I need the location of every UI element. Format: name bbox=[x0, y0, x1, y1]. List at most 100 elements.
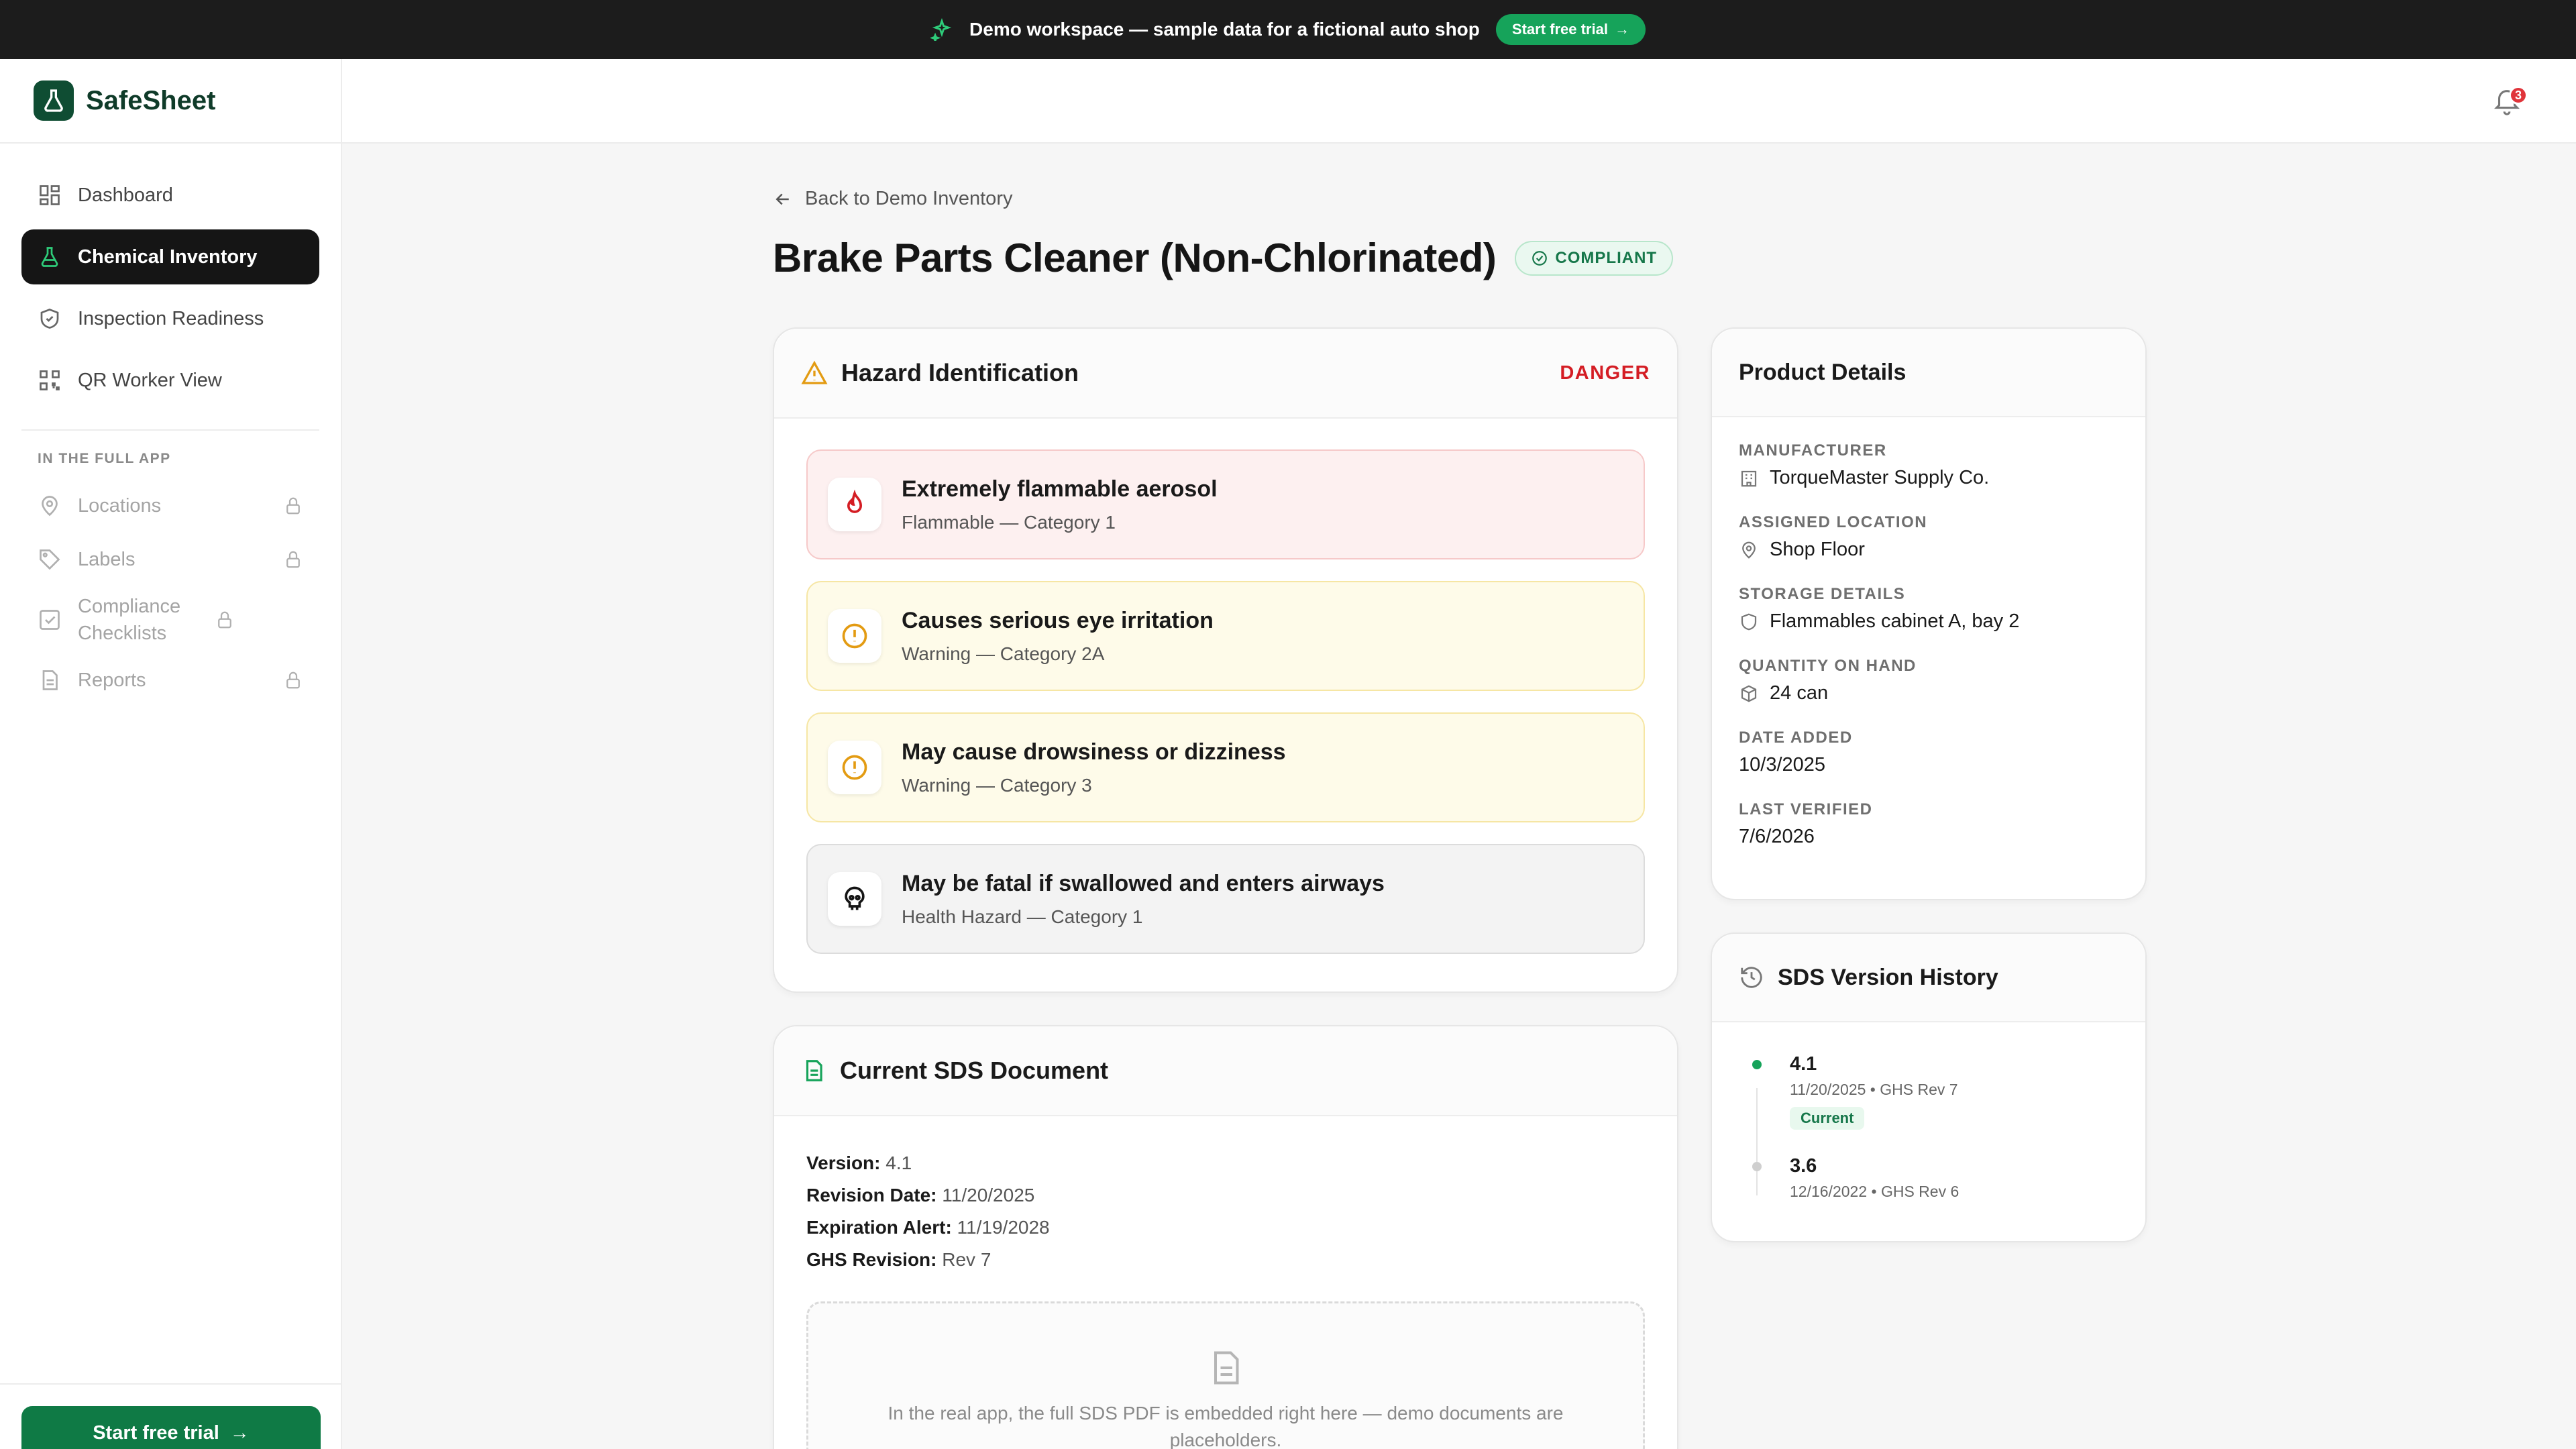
hazard-card-header: Hazard Identification DANGER bbox=[774, 329, 1677, 419]
hazard-item: Extremely flammable aerosol Flammable — … bbox=[806, 449, 1645, 559]
hazard-category: Flammable — Category 1 bbox=[902, 511, 1116, 533]
grid-icon bbox=[40, 185, 60, 205]
sidebar-item-label: Locations bbox=[78, 495, 162, 517]
version-meta: 12/16/2022 • GHS Rev 6 bbox=[1790, 1183, 1960, 1200]
timeline-dot bbox=[1752, 1162, 1762, 1171]
sidebar-nav: Dashboard Chemical Inventory Inspection … bbox=[0, 144, 341, 707]
sds-revision-date-row: Revision Date: 11/20/2025 bbox=[806, 1185, 1035, 1205]
version-number: 4.1 bbox=[1790, 1053, 1817, 1075]
brand-name: SafeSheet bbox=[86, 85, 216, 115]
sidebar-divider bbox=[21, 429, 319, 431]
sidebar-item-label: Inspection Readiness bbox=[78, 307, 264, 329]
file-icon bbox=[1214, 1351, 1239, 1385]
version-history-card: SDS Version History 4.1 11/20/2025 • GHS… bbox=[1711, 932, 2147, 1242]
sds-ghs-revision-row: GHS Revision: Rev 7 bbox=[806, 1249, 991, 1270]
sidebar: SafeSheet Dashboard Chemical Inventory I… bbox=[0, 59, 342, 1449]
hazard-category: Health Hazard — Category 1 bbox=[902, 906, 1143, 927]
sidebar-item-label: Chemical Inventory bbox=[78, 246, 258, 268]
warning-triangle-icon bbox=[801, 360, 828, 384]
start-trial-button[interactable]: Start free trial → bbox=[21, 1406, 321, 1449]
version-meta: 11/20/2025 • GHS Rev 7 bbox=[1790, 1081, 1958, 1098]
hazard-list: Extremely flammable aerosol Flammable — … bbox=[774, 419, 1677, 954]
sds-card-header: Current SDS Document bbox=[774, 1026, 1677, 1116]
location-label: ASSIGNED LOCATION bbox=[1739, 513, 1928, 531]
shield-icon bbox=[40, 309, 59, 329]
skull-icon bbox=[828, 872, 881, 926]
notification-badge: 3 bbox=[2509, 86, 2528, 105]
brand[interactable]: SafeSheet bbox=[0, 59, 341, 144]
sidebar-item-label: Compliance Checklists bbox=[78, 596, 181, 644]
sidebar-item-dashboard[interactable]: Dashboard bbox=[21, 168, 319, 223]
hazard-category: Warning — Category 2A bbox=[902, 643, 1105, 664]
document-icon bbox=[806, 1060, 822, 1081]
version-timeline: 4.1 11/20/2025 • GHS Rev 7 Current 3.6 1… bbox=[1712, 1022, 2145, 1201]
sidebar-item-compliance-checklists[interactable]: Compliance Checklists bbox=[21, 586, 319, 653]
sds-expiration-row: Expiration Alert: 11/19/2028 bbox=[806, 1217, 1050, 1238]
hazard-card: Hazard Identification DANGER Extremely f… bbox=[773, 327, 1678, 993]
page-header: Brake Parts Cleaner (Non-Chlorinated) CO… bbox=[773, 235, 1674, 281]
shield-icon bbox=[1741, 613, 1757, 630]
product-card-header: Product Details bbox=[1712, 329, 2145, 417]
date-added-label: DATE ADDED bbox=[1739, 729, 1853, 747]
qr-icon bbox=[40, 370, 60, 390]
quantity-label: QUANTITY ON HAND bbox=[1739, 657, 1917, 675]
sds-details: Version: 4.1 Revision Date: 11/20/2025 E… bbox=[774, 1116, 1677, 1449]
timeline-dot bbox=[1752, 1060, 1762, 1069]
lock-icon bbox=[286, 672, 300, 689]
sidebar-item-reports[interactable]: Reports bbox=[21, 653, 319, 707]
back-link[interactable]: Back to Demo Inventory bbox=[773, 188, 1012, 210]
history-icon bbox=[1741, 967, 1762, 988]
building-icon bbox=[1741, 470, 1757, 486]
manufacturer-value: TorqueMaster Supply Co. bbox=[1739, 467, 2118, 489]
arrow-right-icon: → bbox=[1614, 21, 1629, 38]
flask-logo-icon bbox=[34, 80, 74, 121]
lock-icon bbox=[286, 551, 300, 568]
sidebar-footer: Start free trial → bbox=[0, 1383, 341, 1449]
product-details-card: Product Details MANUFACTURER TorqueMaste… bbox=[1711, 327, 2147, 900]
arrow-right-icon: → bbox=[229, 1421, 250, 1444]
sidebar-item-qr-worker-view[interactable]: QR Worker View bbox=[21, 353, 319, 408]
last-verified-value: 7/6/2026 bbox=[1739, 826, 1815, 847]
hazard-title: Extremely flammable aerosol bbox=[902, 476, 1218, 502]
hazard-item: May be fatal if swallowed and enters air… bbox=[806, 844, 1645, 954]
last-verified-label: LAST VERIFIED bbox=[1739, 800, 1873, 818]
hazard-category: Warning — Category 3 bbox=[902, 774, 1092, 796]
product-fields: MANUFACTURER TorqueMaster Supply Co. ASS… bbox=[1712, 417, 2145, 848]
product-card-title: Product Details bbox=[1739, 359, 1907, 385]
version-item: 4.1 11/20/2025 • GHS Rev 7 Current bbox=[1739, 1053, 2118, 1130]
flame-icon bbox=[828, 478, 881, 531]
sidebar-item-label: Labels bbox=[78, 549, 136, 570]
hazard-item: May cause drowsiness or dizziness Warnin… bbox=[806, 712, 1645, 822]
report-icon bbox=[42, 670, 58, 690]
storage-value: Flammables cabinet A, bay 2 bbox=[1739, 610, 2118, 633]
flask-icon bbox=[41, 247, 58, 267]
back-link-label: Back to Demo Inventory bbox=[805, 188, 1013, 209]
exclamation-icon bbox=[828, 609, 881, 663]
pin-icon bbox=[42, 496, 58, 517]
sidebar-section-label: IN THE FULL APP bbox=[38, 451, 171, 466]
sparkle-icon bbox=[930, 18, 953, 41]
history-card-title: SDS Version History bbox=[1778, 964, 1998, 990]
version-item: 3.6 12/16/2022 • GHS Rev 6 bbox=[1739, 1155, 2118, 1201]
placeholder-text: In the real app, the full SDS PDF is emb… bbox=[888, 1403, 1564, 1449]
storage-label: STORAGE DETAILS bbox=[1739, 585, 1906, 603]
banner-trial-button[interactable]: Start free trial → bbox=[1495, 14, 1646, 45]
box-icon bbox=[1741, 684, 1757, 702]
manufacturer-label: MANUFACTURER bbox=[1739, 441, 1887, 460]
checklist-icon bbox=[40, 610, 60, 630]
banner-text: Demo workspace — sample data for a ficti… bbox=[969, 19, 1480, 40]
arrow-left-icon bbox=[775, 193, 789, 205]
sidebar-item-label: Reports bbox=[78, 669, 146, 691]
history-card-header: SDS Version History bbox=[1712, 934, 2145, 1022]
quantity-value: 24 can bbox=[1739, 682, 2118, 704]
date-added-value: 10/3/2025 bbox=[1739, 754, 1826, 775]
hazard-title: May cause drowsiness or dizziness bbox=[902, 739, 1286, 765]
lock-icon bbox=[286, 497, 300, 515]
sidebar-item-inspection-readiness[interactable]: Inspection Readiness bbox=[21, 291, 319, 346]
hazard-title: May be fatal if swallowed and enters air… bbox=[902, 870, 1385, 896]
sidebar-item-chemical-inventory[interactable]: Chemical Inventory bbox=[21, 229, 319, 284]
demo-banner: Demo workspace — sample data for a ficti… bbox=[0, 0, 2576, 59]
sidebar-item-labels[interactable]: Labels bbox=[21, 533, 319, 586]
sidebar-item-locations[interactable]: Locations bbox=[21, 479, 319, 533]
hazard-card-title: Hazard Identification bbox=[841, 359, 1079, 386]
